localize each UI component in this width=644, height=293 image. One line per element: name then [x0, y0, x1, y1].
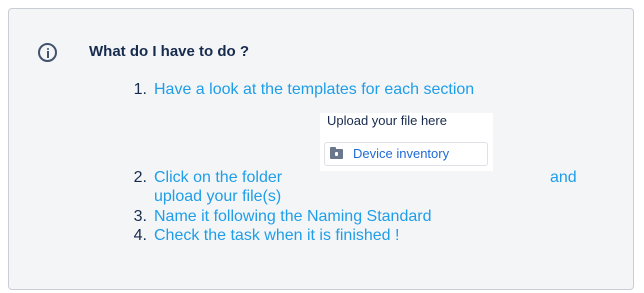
panel-heading: What do I have to do ? — [89, 43, 249, 60]
step-4-text[interactable]: Check the task when it is finished ! — [154, 227, 399, 245]
step-number: 2. — [133, 169, 147, 186]
step-2-text-c[interactable]: upload your file(s) — [154, 188, 281, 206]
upload-widget: Upload your file here Device inventory — [320, 113, 493, 171]
info-icon — [38, 43, 57, 62]
step-2-text-b[interactable]: and — [550, 169, 577, 187]
folder-icon — [330, 147, 343, 159]
device-inventory-label: Device inventory — [353, 146, 450, 161]
step-2-text-a[interactable]: Click on the folder — [154, 169, 282, 187]
step-1-text[interactable]: Have a look at the templates for each se… — [154, 81, 474, 99]
step-number: 3. — [133, 208, 147, 225]
step-3-text[interactable]: Name it following the Naming Standard — [154, 208, 431, 226]
step-number: 1. — [133, 81, 147, 98]
info-panel: What do I have to do ? 1. Have a look at… — [8, 8, 634, 290]
upload-label: Upload your file here — [327, 113, 447, 128]
step-number: 4. — [133, 227, 147, 244]
device-inventory-button[interactable]: Device inventory — [324, 142, 488, 166]
